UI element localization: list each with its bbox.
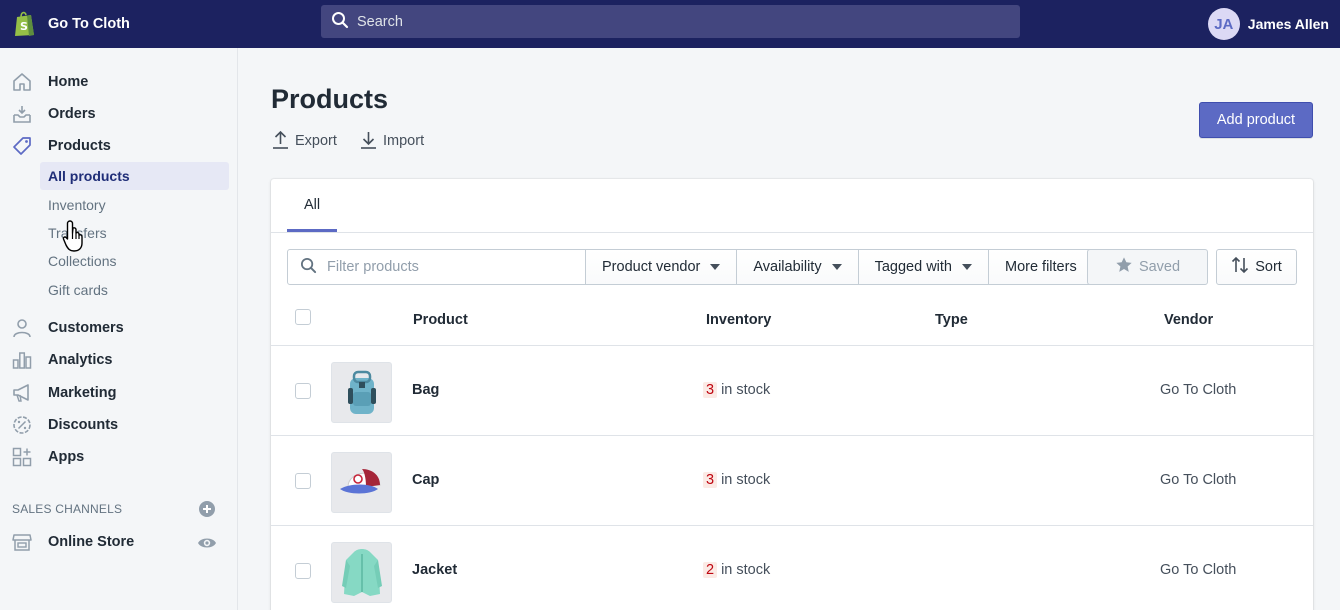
more-filters-button[interactable]: More filters — [988, 249, 1094, 285]
tag-icon — [12, 136, 32, 156]
stock-count: 3 — [703, 382, 718, 398]
add-product-button[interactable]: Add product — [1199, 102, 1313, 138]
product-vendor-filter[interactable]: Product vendor — [586, 249, 738, 285]
import-icon — [360, 130, 377, 152]
product-name[interactable]: Jacket — [412, 562, 457, 578]
import-button[interactable]: Import — [360, 130, 424, 152]
row-checkbox[interactable] — [295, 383, 311, 399]
sidebar-item-label: Online Store — [48, 534, 135, 550]
sidebar-item-analytics[interactable]: Analytics — [0, 344, 238, 376]
sidebar-item-label: Products — [48, 138, 111, 154]
sidebar-item-label: Customers — [48, 320, 124, 336]
search-placeholder: Search — [357, 13, 403, 30]
user-menu[interactable]: JA James Allen — [1207, 0, 1329, 48]
sidebar-item-label: Apps — [48, 449, 85, 465]
sidebar-item-label: Marketing — [48, 385, 117, 401]
brand[interactable]: S Go To Cloth — [0, 9, 321, 39]
sidebar-item-label: Orders — [48, 106, 96, 122]
product-thumbnail-bag[interactable] — [331, 362, 392, 423]
sort-arrows-icon — [1231, 256, 1249, 278]
saved-button[interactable]: Saved — [1087, 249, 1208, 285]
shopify-bag-icon: S — [12, 9, 38, 39]
sort-button[interactable]: Sort — [1216, 249, 1297, 285]
sidebar-item-apps[interactable]: Apps — [0, 441, 238, 473]
stock-count: 2 — [703, 562, 718, 578]
column-header-type[interactable]: Type — [935, 312, 968, 328]
caret-down-icon — [710, 264, 721, 270]
apps-icon — [12, 447, 32, 467]
caret-down-icon — [831, 264, 842, 270]
bar-chart-icon — [12, 350, 32, 370]
stock-count: 3 — [703, 472, 718, 488]
star-icon — [1115, 256, 1133, 278]
search-icon — [300, 257, 317, 277]
table-row[interactable]: Bag 3 in stock Go To Cloth — [271, 346, 1313, 436]
vendor-name: Go To Cloth — [1160, 382, 1237, 398]
view-store-eye-icon[interactable] — [197, 533, 217, 553]
top-bar: S Go To Cloth Search JA James Allen — [0, 0, 1340, 48]
table-header: Product Inventory Type Vendor — [271, 297, 1313, 346]
sidebar-subitem-all-products[interactable]: All products — [40, 162, 229, 190]
sidebar: Home Orders Products All products Invent… — [0, 48, 238, 610]
column-header-inventory[interactable]: Inventory — [706, 312, 771, 328]
store-icon — [12, 532, 32, 552]
table-row[interactable]: Jacket 2 in stock Go To Cloth — [271, 526, 1313, 610]
sidebar-item-marketing[interactable]: Marketing — [0, 377, 238, 409]
tagged-with-filter[interactable]: Tagged with — [858, 249, 989, 285]
vendor-name: Go To Cloth — [1160, 472, 1237, 488]
sidebar-item-label: Discounts — [48, 417, 119, 433]
avatar: JA — [1207, 8, 1240, 40]
page-title: Products — [271, 84, 389, 114]
sidebar-item-home[interactable]: Home — [0, 66, 238, 98]
sales-channels-heading: SALES CHANNELS — [12, 502, 123, 516]
orders-icon — [12, 104, 32, 124]
row-checkbox[interactable] — [295, 563, 311, 579]
hand-cursor-icon — [62, 219, 88, 253]
tab-divider — [271, 232, 1313, 233]
tab-all[interactable]: All — [287, 179, 337, 231]
inventory-status: 3 in stock — [703, 472, 770, 488]
sidebar-item-discounts[interactable]: Discounts — [0, 409, 238, 441]
inventory-status: 3 in stock — [703, 382, 770, 398]
search-bar[interactable]: Search — [321, 5, 1020, 38]
export-button[interactable]: Export — [272, 130, 337, 152]
sidebar-item-label: Home — [48, 74, 89, 90]
filter-placeholder: Filter products — [327, 259, 419, 275]
inventory-status: 2 in stock — [703, 562, 770, 578]
column-header-product[interactable]: Product — [413, 312, 468, 328]
add-sales-channel-icon[interactable] — [198, 500, 216, 518]
sidebar-item-label: Analytics — [48, 352, 113, 368]
product-thumbnail-jacket[interactable] — [331, 542, 392, 603]
megaphone-icon — [12, 383, 32, 403]
column-header-vendor[interactable]: Vendor — [1164, 312, 1213, 328]
sidebar-subitem-gift-cards[interactable]: Gift cards — [40, 276, 229, 304]
filter-products-input[interactable]: Filter products — [287, 249, 586, 285]
person-icon — [12, 318, 32, 338]
store-name: Go To Cloth — [48, 16, 130, 32]
sidebar-subitem-inventory[interactable]: Inventory — [40, 191, 229, 219]
availability-filter[interactable]: Availability — [737, 249, 859, 285]
sidebar-item-products[interactable]: Products — [0, 130, 238, 162]
row-checkbox[interactable] — [295, 473, 311, 489]
product-name[interactable]: Cap — [412, 472, 439, 488]
search-icon — [331, 11, 349, 32]
select-all-checkbox[interactable] — [295, 309, 311, 325]
products-card: All Filter products Product vendor Avail… — [271, 179, 1313, 610]
vendor-name: Go To Cloth — [1160, 562, 1237, 578]
sidebar-item-orders[interactable]: Orders — [0, 98, 238, 130]
caret-down-icon — [961, 264, 972, 270]
export-icon — [272, 130, 289, 152]
sidebar-item-customers[interactable]: Customers — [0, 312, 238, 344]
home-icon — [12, 72, 32, 92]
discount-icon — [12, 415, 32, 435]
user-name: James Allen — [1247, 16, 1329, 32]
filter-bar: Filter products Product vendor Availabil… — [287, 249, 1094, 285]
table-row[interactable]: Cap 3 in stock Go To Cloth — [271, 436, 1313, 526]
svg-text:S: S — [20, 20, 28, 33]
product-thumbnail-cap[interactable] — [331, 452, 392, 513]
product-name[interactable]: Bag — [412, 382, 439, 398]
